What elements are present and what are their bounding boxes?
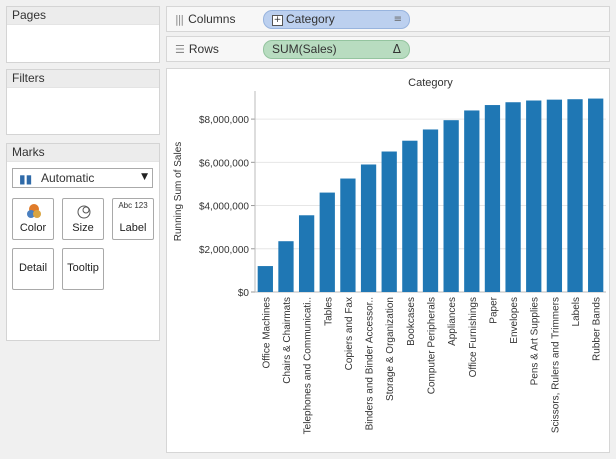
rows-icon: ☰ [175,42,185,56]
chart-panel: Category $0 $2,000,000 $4,000,000 $6,000,000… [166,68,610,453]
columns-label: Columns [188,12,236,26]
x-tick-label: Chairs & Chairmats [282,297,293,384]
detail-label: Detail [18,262,48,274]
size-button[interactable]: Size [62,198,104,240]
bar [340,178,356,292]
x-tick-label: Paper [488,296,499,323]
pages-title: Pages [7,7,159,25]
color-icon [27,204,41,218]
x-tick-label: Computer Peripherals [427,297,438,394]
label-label: Label [119,222,147,234]
filters-title: Filters [7,70,159,88]
sum-sales-pill[interactable]: SUM(Sales) Δ [263,40,410,59]
columns-shelf[interactable]: ||| Columns + Category ≡ [166,6,610,32]
bar [381,151,397,292]
sum-sales-pill-label: SUM(Sales) [272,42,337,56]
bar [546,99,563,292]
bar [319,192,335,292]
sort-icon[interactable]: ≡ [394,11,402,28]
bar [464,110,480,292]
label-icon: Abc 123 [118,201,148,210]
bar [484,105,501,292]
x-tick-label: Telephones and Communicati.. [303,297,314,434]
x-tick-label: Tables [323,297,334,326]
bar [278,241,294,292]
delta-icon: Δ [392,42,401,56]
bar [298,215,315,292]
category-pill[interactable]: + Category ≡ [263,10,410,29]
x-tick-label: Pens & Art Supplies [530,297,541,385]
chart-title: Category [408,77,453,89]
detail-button[interactable]: Detail [12,248,54,290]
x-tick-label: Bookcases [406,297,417,346]
x-tick-label: Copiers and Fax [344,297,355,370]
x-tick-label: Envelopes [509,297,520,344]
tooltip-label: Tooltip [67,262,99,274]
y-tick-label: $6,000,000 [199,158,249,169]
bar [422,129,439,292]
size-label: Size [72,222,94,234]
x-tick-label: Storage & Organization [385,297,396,401]
color-label: Color [19,222,47,234]
bar-chart-icon: ▮▮ [19,172,33,186]
mark-type-dropdown[interactable]: ▮▮ Automatic ▼ [12,168,153,188]
filters-card[interactable]: Filters [6,69,160,135]
expand-icon[interactable]: + [272,15,283,26]
size-icon [77,205,91,219]
x-tick-label: Binders and Binder Accessor.. [365,297,376,430]
chevron-down-icon: ▼ [141,172,148,182]
mark-type-value: Automatic [41,171,95,185]
x-tick-label: Office Furnishings [468,297,479,377]
category-pill-label: Category [286,12,335,26]
y-tick-label: $2,000,000 [199,245,249,256]
y-tick-label: $0 [238,288,250,299]
bar [402,140,418,292]
bar [257,266,273,292]
rows-label: Rows [188,42,219,56]
y-tick-label: $4,000,000 [199,202,249,213]
columns-icon: ||| [175,12,184,26]
tooltip-button[interactable]: Tooltip [62,248,104,290]
x-tick-label: Office Machines [261,297,272,369]
bar [588,98,604,292]
color-button[interactable]: Color [12,198,54,240]
bar [443,120,459,292]
bar [505,102,521,292]
label-button[interactable]: Abc 123 Label [112,198,154,240]
y-tick-label: $8,000,000 [199,115,249,126]
bar-chart: Category $0 $2,000,000 $4,000,000 $6,000,000… [173,77,606,434]
bar [360,164,377,292]
x-tick-label: Scissors, Rulers and Trimmers [550,297,561,433]
rows-shelf[interactable]: ☰ Rows SUM(Sales) Δ [166,36,610,62]
marks-title: Marks [7,144,159,162]
x-tick-label: Appliances [447,297,458,346]
x-tick-label: Rubber Bands [592,297,603,361]
x-tick-label: Labels [571,297,582,326]
pages-card[interactable]: Pages [6,6,160,63]
bar [567,99,583,292]
y-axis-label: Running Sum of Sales [173,142,184,242]
bar [526,100,542,292]
